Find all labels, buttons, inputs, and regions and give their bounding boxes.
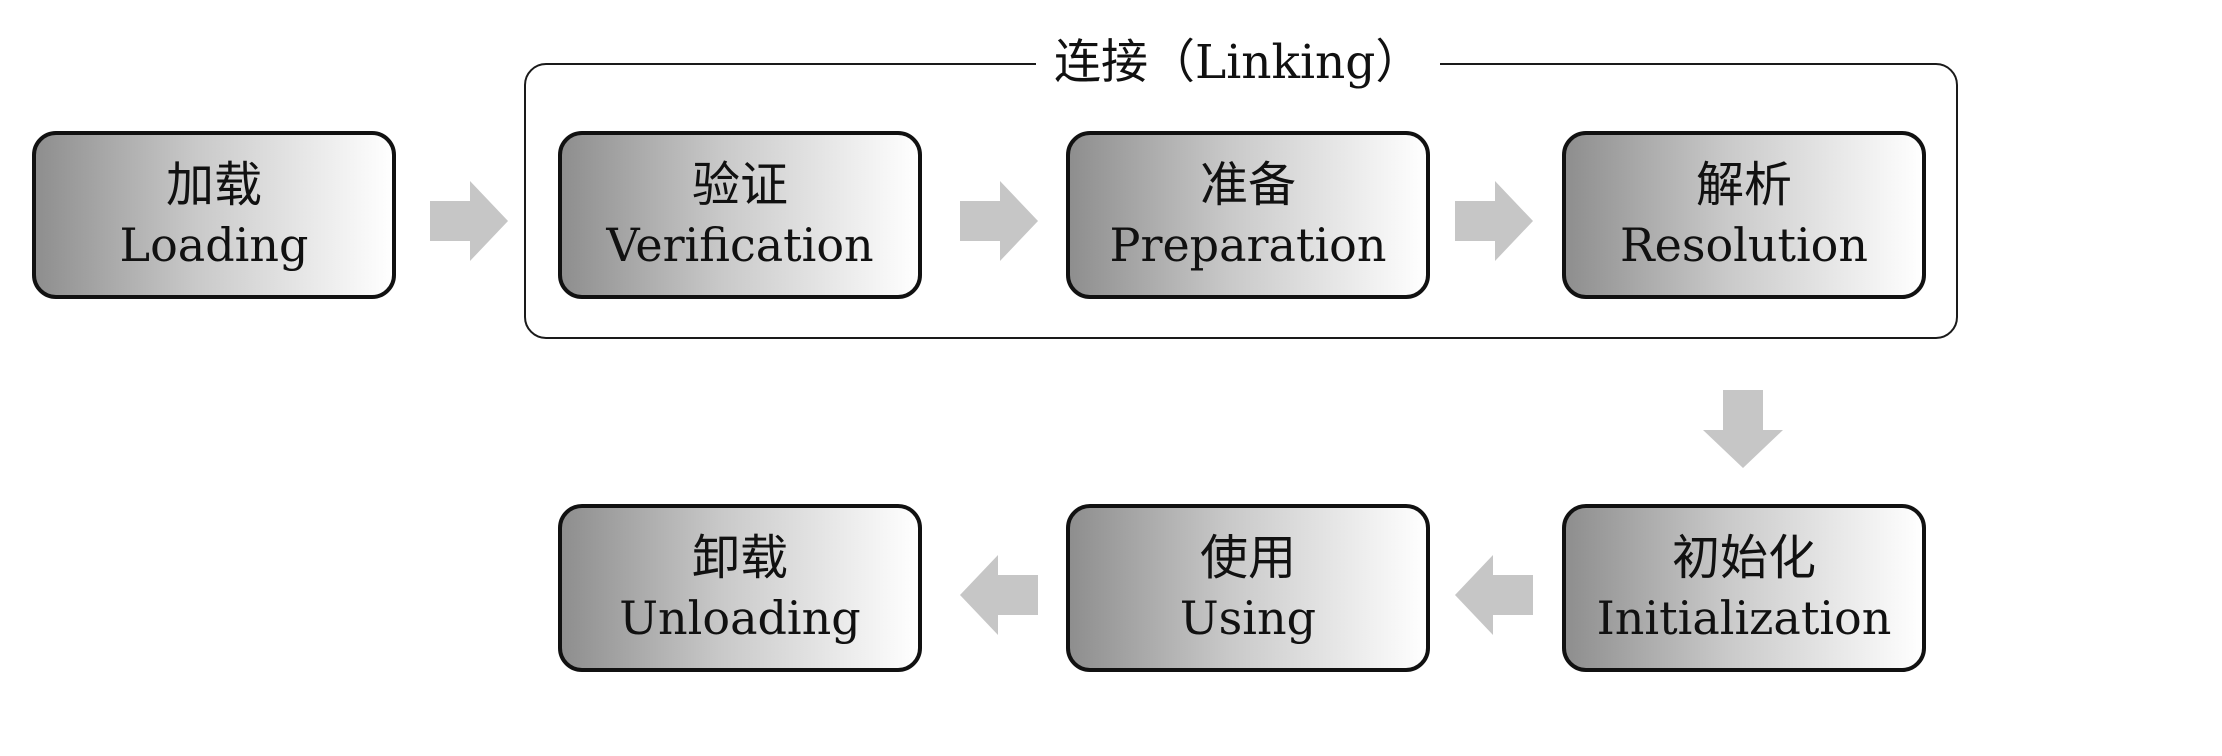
stage-verification: 验证 Verification <box>558 131 922 299</box>
block-arrow-icon <box>960 555 1038 635</box>
stage-unloading-en: Unloading <box>619 591 861 645</box>
stage-preparation-en: Preparation <box>1109 218 1387 272</box>
stage-resolution: 解析 Resolution <box>1562 131 1926 299</box>
stage-verification-zh: 验证 <box>691 157 788 213</box>
stage-unloading: 卸载 Unloading <box>558 504 922 672</box>
linking-group-title: 连接（Linking） <box>1036 30 1441 96</box>
class-lifecycle-diagram: 连接（Linking） 加载 Loading 验证 Verification 准… <box>0 0 2222 756</box>
block-arrow-icon <box>1703 390 1783 468</box>
stage-initialization-en: Initialization <box>1596 591 1892 645</box>
stage-preparation: 准备 Preparation <box>1066 131 1430 299</box>
stage-using-zh: 使用 <box>1199 530 1296 586</box>
block-arrow-icon <box>960 181 1038 261</box>
stage-loading-en: Loading <box>119 218 309 272</box>
block-arrow-icon <box>430 181 508 261</box>
stage-loading: 加载 Loading <box>32 131 396 299</box>
stage-initialization: 初始化 Initialization <box>1562 504 1926 672</box>
block-arrow-icon <box>1455 555 1533 635</box>
stage-preparation-zh: 准备 <box>1199 157 1296 213</box>
stage-initialization-zh: 初始化 <box>1671 530 1816 586</box>
stage-unloading-zh: 卸载 <box>691 530 788 586</box>
block-arrow-icon <box>1455 181 1533 261</box>
stage-verification-en: Verification <box>606 218 874 272</box>
stage-using-en: Using <box>1179 591 1317 645</box>
stage-using: 使用 Using <box>1066 504 1430 672</box>
stage-resolution-en: Resolution <box>1619 218 1868 272</box>
stage-loading-zh: 加载 <box>165 157 262 213</box>
stage-resolution-zh: 解析 <box>1695 157 1792 213</box>
